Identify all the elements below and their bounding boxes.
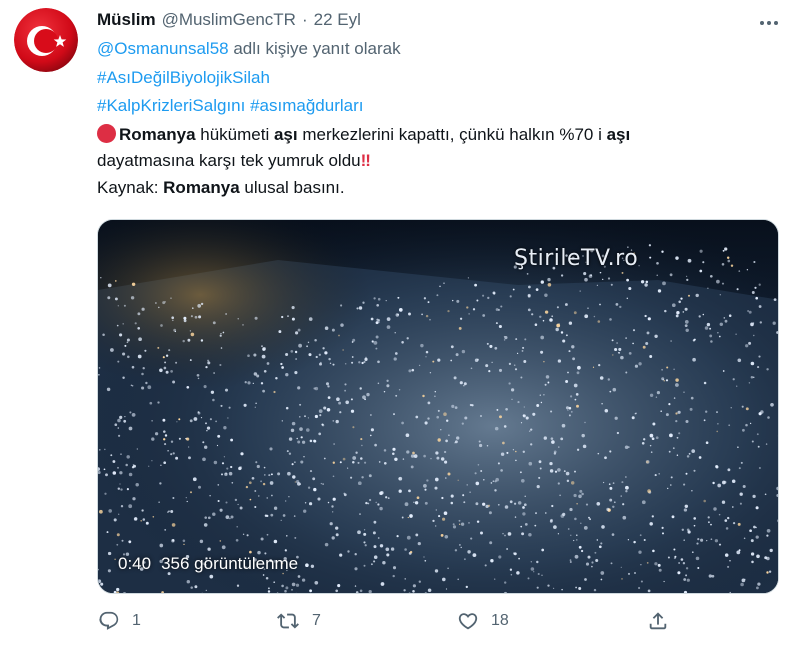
- video-player[interactable]: ŞtirileTV.ro 0:40 356 görüntülenme: [97, 219, 779, 594]
- separator-dot: ·: [301, 10, 308, 29]
- bold-text: Romanya: [163, 178, 240, 197]
- bold-text: aşı: [606, 125, 631, 144]
- hashtag-link[interactable]: #KalpKrizleriSalgını: [97, 96, 245, 115]
- hashtag-link[interactable]: #AsıDeğilBiyolojikSilah: [97, 68, 270, 87]
- retweet-icon: [277, 613, 299, 629]
- like-count: 18: [491, 612, 509, 629]
- more-options-button[interactable]: [754, 12, 784, 34]
- tweet-header: Müslim @MuslimGencTR · 22 Eyl: [97, 10, 361, 30]
- reply-button[interactable]: 1: [98, 610, 141, 632]
- turkish-flag-avatar-image: [14, 8, 78, 72]
- red-circle-emoji-icon: [97, 124, 116, 143]
- bold-text: aşı: [273, 125, 298, 144]
- video-info: 0:40 356 görüntülenme: [118, 554, 298, 574]
- retweet-count: 7: [312, 612, 321, 629]
- reply-mention-link[interactable]: @Osmanunsal58: [97, 39, 229, 58]
- hashtag-line-2: #KalpKrizleriSalgını #asımağdurları: [97, 96, 363, 116]
- more-icon: [760, 21, 778, 25]
- text: Kaynak:: [97, 178, 164, 197]
- video-duration: 0:40: [118, 554, 152, 573]
- tweet-actions: 1 7 18: [0, 610, 802, 640]
- hashtag-line-1: #AsıDeğilBiyolojikSilah: [97, 68, 270, 88]
- author-name[interactable]: Müslim: [97, 10, 156, 30]
- text: merkezlerini kapattı, çünkü halkın %70 i: [297, 125, 607, 144]
- text: ulusal basını.: [239, 178, 345, 197]
- tweet-timestamp[interactable]: 22 Eyl: [314, 10, 361, 30]
- hashtag-link[interactable]: #asımağdurları: [250, 96, 363, 115]
- text: hükümeti: [195, 125, 274, 144]
- text: dayatmasına karşı tek yumruk oldu: [97, 151, 361, 170]
- share-icon: [649, 612, 667, 630]
- reply-count: 1: [132, 612, 141, 629]
- heart-icon: [458, 613, 478, 630]
- double-exclamation-emoji-icon: ‼: [360, 151, 371, 170]
- retweet-button[interactable]: 7: [276, 610, 321, 632]
- video-view-count: 356 görüntülenme: [161, 554, 299, 573]
- tweet-text-line-1: Romanya hükümeti aşı merkezlerini kapatt…: [97, 124, 630, 145]
- video-thumbnail: [98, 220, 778, 593]
- reply-icon: [99, 611, 119, 630]
- tweet-text-line-3: Kaynak: Romanya ulusal basını.: [97, 178, 345, 198]
- like-button[interactable]: 18: [457, 610, 509, 632]
- tweet-text-line-2: dayatmasına karşı tek yumruk oldu‼: [97, 151, 371, 171]
- bold-text: Romanya: [119, 125, 196, 144]
- replying-to: @Osmanunsal58 adlı kişiye yanıt olarak: [97, 39, 401, 59]
- avatar[interactable]: [14, 8, 78, 72]
- reply-suffix: adlı kişiye yanıt olarak: [228, 39, 401, 58]
- video-watermark: ŞtirileTV.ro: [514, 246, 639, 271]
- share-button[interactable]: [647, 610, 669, 632]
- author-handle[interactable]: @MuslimGencTR: [162, 10, 296, 30]
